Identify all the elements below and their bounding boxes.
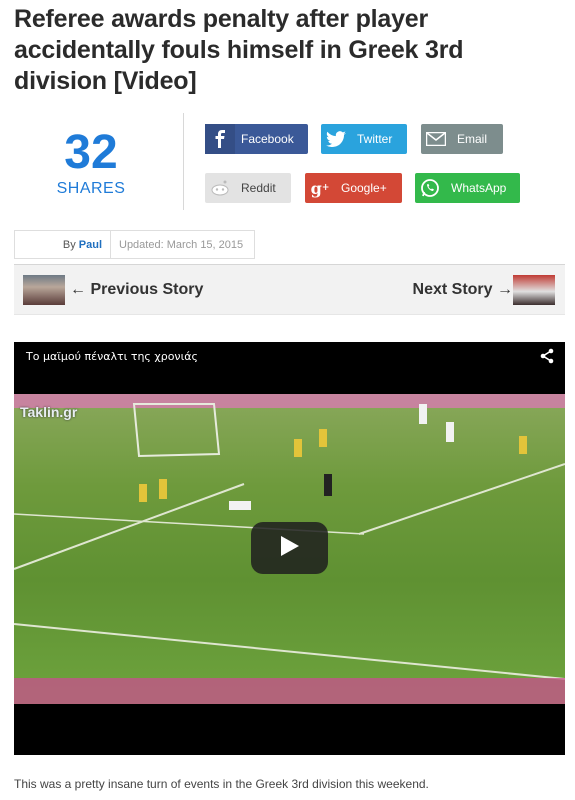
video-player[interactable]: Το μαϊμού πέναλτι της χρονιάς Taklin.gr <box>14 342 565 755</box>
facebook-share-button[interactable]: Facebook <box>205 124 308 154</box>
play-button[interactable] <box>251 522 328 574</box>
google-plus-share-button[interactable]: g + Google+ <box>305 173 402 203</box>
email-label: Email <box>457 132 488 146</box>
video-title[interactable]: Το μαϊμού πέναλτι της χρονιάς <box>26 350 198 363</box>
byline-prefix: By <box>62 238 76 251</box>
google-plus-icon: g + <box>310 178 330 198</box>
facebook-icon <box>205 124 235 154</box>
article-title: Referee awards penalty after player acci… <box>14 5 464 95</box>
share-count: 32 <box>64 126 118 179</box>
next-story-thumbnail[interactable] <box>513 275 555 305</box>
reddit-share-button[interactable]: Reddit <box>205 173 291 203</box>
share-label: SHARES <box>56 180 126 197</box>
author-block: By Paul <box>15 231 111 258</box>
byline: By Paul Updated: March 15, 2015 <box>14 230 255 259</box>
article-caption: This was a pretty insane turn of events … <box>14 777 429 791</box>
mail-icon <box>421 124 451 154</box>
whatsapp-label: WhatsApp <box>451 181 507 195</box>
previous-story-link[interactable]: ← Previous Story <box>70 281 203 299</box>
play-icon <box>280 535 299 561</box>
author-link[interactable]: Paul <box>79 239 102 251</box>
facebook-label: Facebook <box>241 132 294 146</box>
google-plus-label: Google+ <box>341 181 387 195</box>
next-story-link[interactable]: Next Story → <box>413 281 513 299</box>
twitter-share-button[interactable]: Twitter <box>321 124 407 154</box>
reddit-icon <box>205 173 235 203</box>
story-navigation: ← Previous Story Next Story → <box>14 264 565 315</box>
whatsapp-icon <box>415 173 445 203</box>
reddit-label: Reddit <box>241 181 276 195</box>
email-share-button[interactable]: Email <box>421 124 503 154</box>
previous-story-thumbnail[interactable] <box>23 275 65 305</box>
advertising-board-bottom <box>14 678 565 704</box>
twitter-label: Twitter <box>357 132 393 146</box>
watermark: Taklin.gr <box>20 404 78 420</box>
share-counter: 32 SHARES <box>40 128 142 198</box>
divider <box>183 113 184 210</box>
share-icon[interactable] <box>539 348 555 364</box>
twitter-icon <box>321 124 351 154</box>
whatsapp-share-button[interactable]: WhatsApp <box>415 173 520 203</box>
updated-date: Updated: March 15, 2015 <box>119 238 244 251</box>
